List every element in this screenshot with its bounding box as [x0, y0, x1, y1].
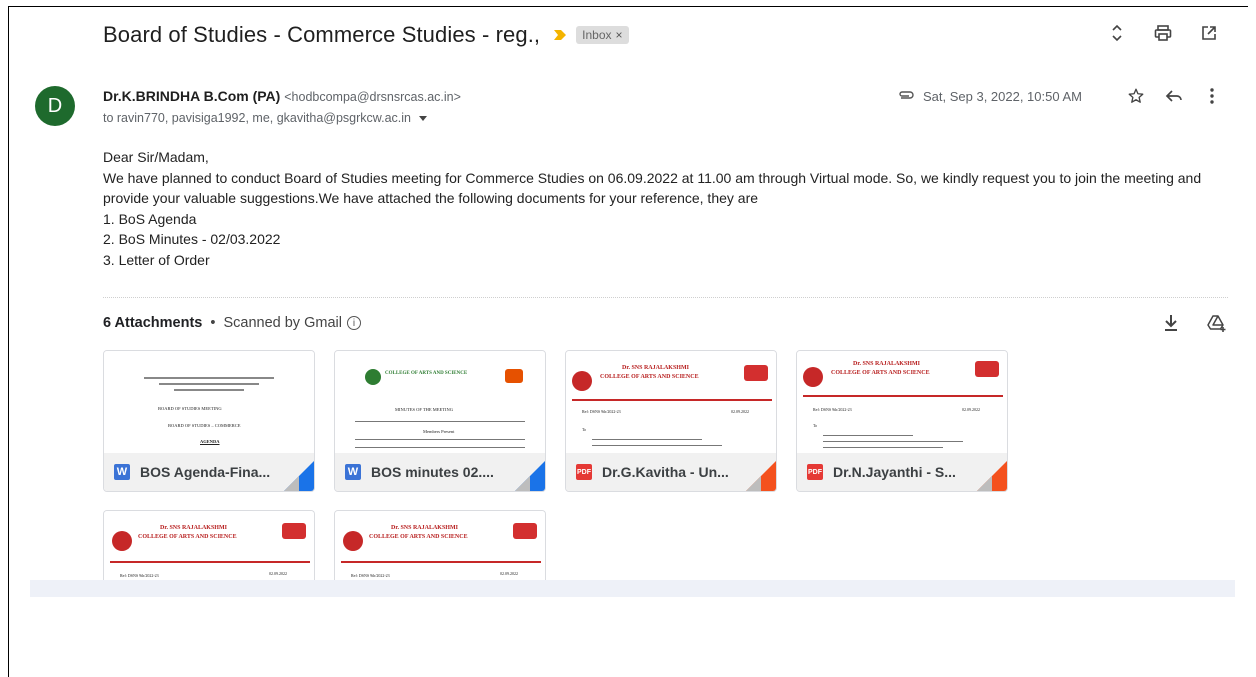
- attachment-thumbnail: Dr. SNS RAJALAKSHMI COLLEGE OF ARTS AND …: [104, 511, 314, 582]
- thumb-college-line2: COLLEGE OF ARTS AND SCIENCE: [831, 370, 930, 376]
- attachment-footer: W BOS Agenda-Fina...: [104, 453, 314, 491]
- label-chip-text: Inbox: [582, 28, 612, 42]
- attachment-footer: W BOS minutes 02....: [335, 453, 545, 491]
- thumb-college-line2: COLLEGE OF ARTS AND SCIENCE: [369, 534, 468, 540]
- pdf-file-icon: PDF: [576, 464, 592, 480]
- attachment-name: BOS minutes 02....: [371, 464, 494, 480]
- file-type-corner-icon: [977, 461, 1007, 491]
- message-meta: Sat, Sep 3, 2022, 10:50 AM: [897, 86, 1222, 106]
- word-file-icon: W: [114, 464, 130, 480]
- thumb-members: Members Present: [423, 429, 455, 434]
- message-body: Dear Sir/Madam, We have planned to condu…: [103, 147, 1228, 270]
- more-vert-icon[interactable]: [1202, 86, 1222, 106]
- thumb-to: To: [813, 423, 818, 428]
- thumb-date: 02.09.2022: [962, 407, 980, 412]
- thumb-ref: Ref: DSNS 9th/2022-23: [120, 573, 159, 578]
- show-details-dropdown-icon[interactable]: [419, 115, 427, 121]
- message-date: Sat, Sep 3, 2022, 10:50 AM: [922, 88, 1082, 104]
- subject-row: Board of Studies - Commerce Studies - re…: [103, 18, 629, 52]
- sender-line: Dr.K.BRINDHA B.Com (PA) <hodbcompa@drsns…: [103, 88, 461, 104]
- thumb-date: 02.09.2022: [269, 571, 287, 576]
- attachment-card[interactable]: Dr. SNS RAJALAKSHMI COLLEGE OF ARTS AND …: [796, 350, 1008, 492]
- reply-icon[interactable]: [1164, 86, 1184, 106]
- sender-name[interactable]: Dr.K.BRINDHA B.Com (PA): [103, 88, 280, 104]
- thumb-college-name: COLLEGE OF ARTS AND SCIENCE: [385, 371, 468, 376]
- word-file-icon: W: [345, 464, 361, 480]
- page-bottom-band: [30, 580, 1235, 597]
- thumb-minutes-title: MINUTES OF THE MEETING: [395, 407, 454, 412]
- attachments-divider: [103, 297, 1228, 298]
- file-type-corner-icon: [284, 461, 314, 491]
- thumb-agenda-title: BOARD OF STUDIES MEETING: [158, 406, 222, 411]
- separator-dot: •: [210, 315, 216, 331]
- star-icon[interactable]: [1126, 86, 1146, 106]
- label-chip-inbox[interactable]: Inbox ×: [576, 26, 629, 44]
- attachment-name: Dr.N.Jayanthi - S...: [833, 464, 956, 480]
- body-paragraph: We have planned to conduct Board of Stud…: [103, 169, 1202, 207]
- body-list-item: 2. BoS Minutes - 02/03.2022: [103, 231, 281, 247]
- attachment-card[interactable]: COLLEGE OF ARTS AND SCIENCE MINUTES OF T…: [334, 350, 546, 492]
- thread-toolbar: [1106, 22, 1220, 44]
- attachment-thumbnail: BOARD OF STUDIES MEETING BOARD OF STUDIE…: [104, 351, 314, 455]
- pdf-file-icon: PDF: [807, 464, 823, 480]
- thumb-college-line1: Dr. SNS RAJALAKSHMI: [391, 525, 458, 531]
- expand-collapse-icon[interactable]: [1106, 22, 1128, 44]
- attachment-card[interactable]: BOARD OF STUDIES MEETING BOARD OF STUDIE…: [103, 350, 315, 492]
- download-all-icon[interactable]: [1160, 312, 1182, 334]
- thumb-college-line2: COLLEGE OF ARTS AND SCIENCE: [600, 374, 699, 380]
- scanned-by-gmail: Scanned by Gmail: [223, 315, 342, 331]
- attachment-thumbnail: Dr. SNS RAJALAKSHMI COLLEGE OF ARTS AND …: [566, 351, 776, 455]
- body-list-item: 3. Letter of Order: [103, 251, 210, 268]
- thumb-date: 02.09.2022: [500, 571, 518, 576]
- file-type-corner-icon: [746, 461, 776, 491]
- file-type-corner-icon: [515, 461, 545, 491]
- sender-email: <hodbcompa@drsnsrcas.ac.in>: [284, 90, 461, 104]
- thumb-ref: Ref: DSNS 9th/2022-23: [813, 407, 852, 412]
- thumb-agenda-subtitle: BOARD OF STUDIES – COMMERCE: [168, 423, 241, 428]
- thumb-college-line1: Dr. SNS RAJALAKSHMI: [160, 525, 227, 531]
- thumb-college-line1: Dr. SNS RAJALAKSHMI: [622, 365, 689, 371]
- open-new-window-icon[interactable]: [1198, 22, 1220, 44]
- print-icon[interactable]: [1152, 22, 1174, 44]
- window-frame-top: [8, 6, 1248, 7]
- recipients-line: to ravin770, pavisiga1992, me, gkavitha@…: [103, 111, 427, 125]
- attachment-thumbnail: Dr. SNS RAJALAKSHMI COLLEGE OF ARTS AND …: [797, 351, 1007, 455]
- sender-avatar[interactable]: D: [35, 86, 75, 126]
- thumb-to: To: [582, 427, 587, 432]
- email-subject: Board of Studies - Commerce Studies - re…: [103, 22, 541, 47]
- attachment-thumbnail: COLLEGE OF ARTS AND SCIENCE MINUTES OF T…: [335, 351, 545, 455]
- body-list-item: 1. BoS Agenda: [103, 210, 197, 227]
- attachment-card[interactable]: Dr. SNS RAJALAKSHMI COLLEGE OF ARTS AND …: [103, 510, 315, 582]
- attachment-icon: [897, 89, 915, 104]
- attachment-name: Dr.G.Kavitha - Un...: [602, 464, 729, 480]
- attachments-count: 6 Attachments: [103, 315, 203, 331]
- remove-label-icon[interactable]: ×: [616, 28, 623, 42]
- info-icon[interactable]: i: [346, 316, 361, 330]
- thumb-college-line2: COLLEGE OF ARTS AND SCIENCE: [138, 534, 237, 540]
- thumb-ref: Ref: DSNS 9th/2022-23: [582, 409, 621, 414]
- thumb-date: 02.09.2022: [731, 409, 749, 414]
- importance-marker-icon[interactable]: [554, 30, 567, 40]
- attachment-name: BOS Agenda-Fina...: [140, 464, 271, 480]
- thumb-agenda-word: AGENDA: [200, 439, 220, 444]
- body-greeting: Dear Sir/Madam,: [103, 149, 209, 165]
- window-frame-left: [8, 6, 9, 677]
- add-to-drive-icon[interactable]: [1206, 312, 1228, 334]
- thumb-ref: Ref: DSNS 9th/2022-23: [351, 573, 390, 578]
- thumb-college-line1: Dr. SNS RAJALAKSHMI: [853, 361, 920, 367]
- recipients-text: to ravin770, pavisiga1992, me, gkavitha@…: [103, 111, 411, 125]
- attachment-card[interactable]: Dr. SNS RAJALAKSHMI COLLEGE OF ARTS AND …: [565, 350, 777, 492]
- attachments-header: 6 Attachments • Scanned by Gmail i: [103, 315, 361, 331]
- attachment-footer: PDF Dr.N.Jayanthi - S...: [797, 453, 1007, 491]
- attachments-actions: [1160, 312, 1228, 334]
- attachment-card[interactable]: Dr. SNS RAJALAKSHMI COLLEGE OF ARTS AND …: [334, 510, 546, 582]
- attachment-footer: PDF Dr.G.Kavitha - Un...: [566, 453, 776, 491]
- attachment-thumbnail: Dr. SNS RAJALAKSHMI COLLEGE OF ARTS AND …: [335, 511, 545, 582]
